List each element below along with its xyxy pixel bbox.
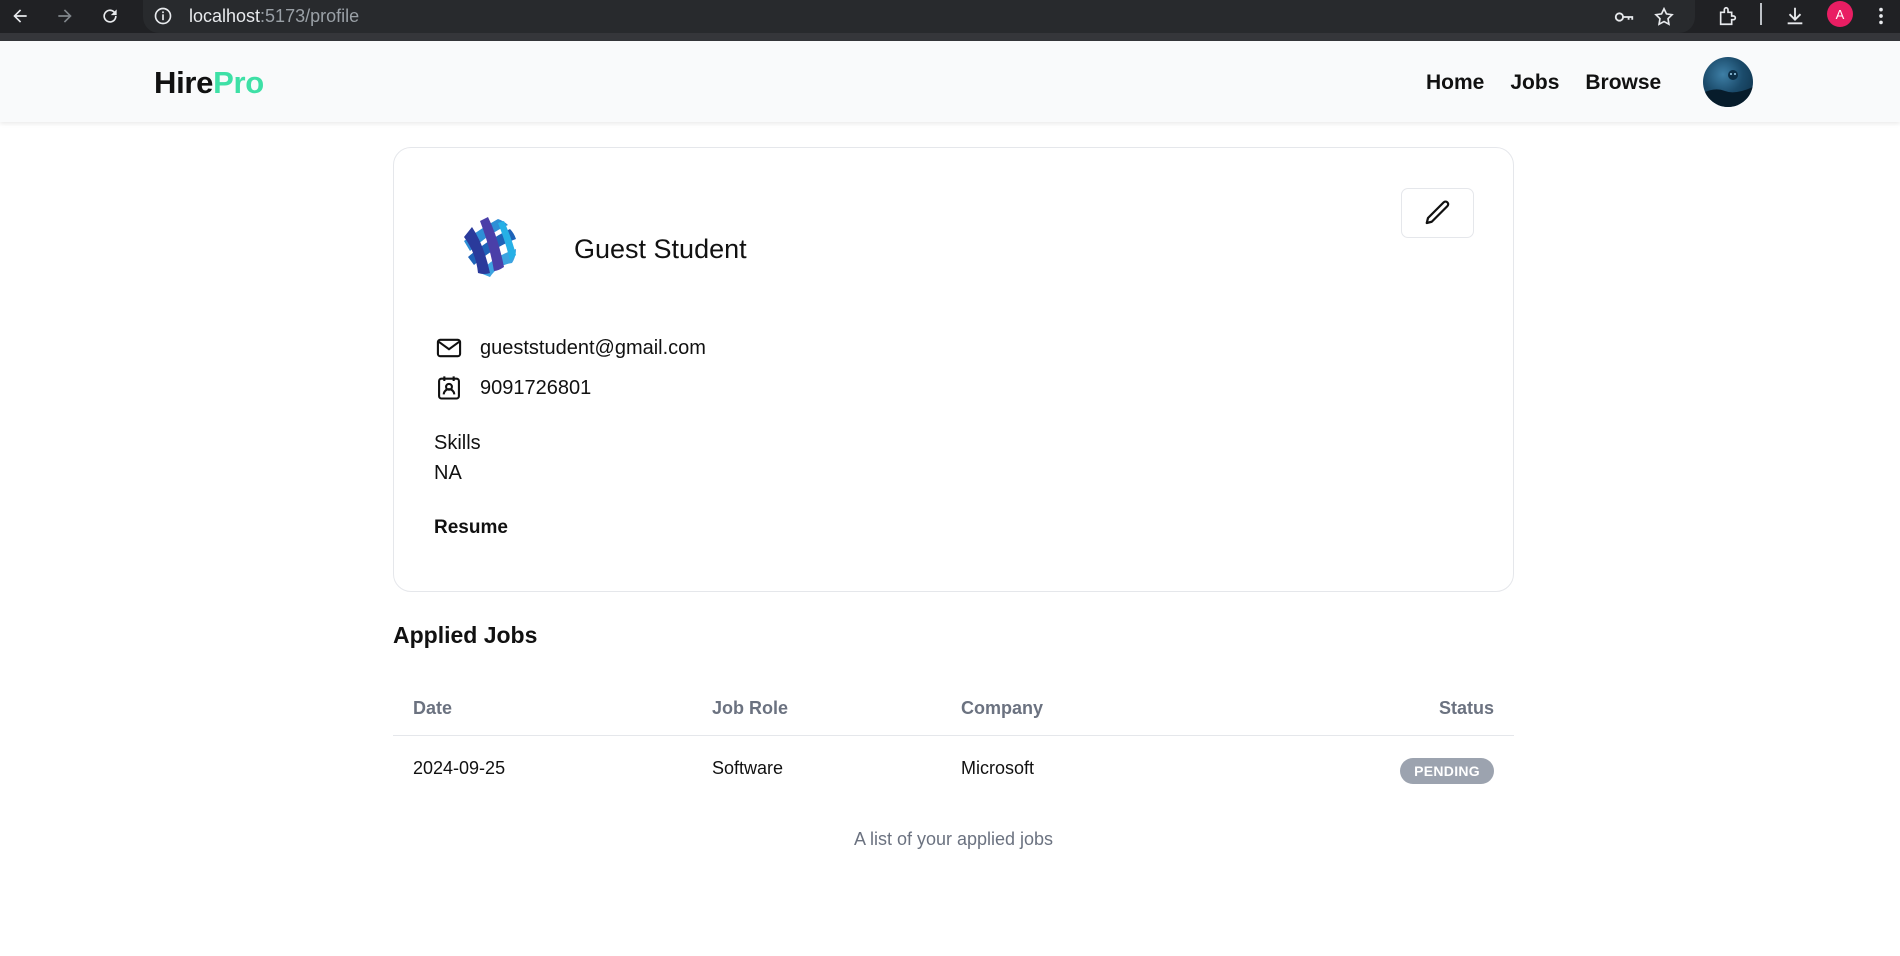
browser-toolbar: localhost:5173/profile A bbox=[0, 0, 1900, 33]
bookmark-star-icon[interactable] bbox=[1653, 6, 1675, 28]
phone-row: 9091726801 bbox=[434, 373, 591, 403]
password-key-icon[interactable] bbox=[1613, 6, 1635, 28]
profile-phone: 9091726801 bbox=[480, 376, 592, 399]
url-text[interactable]: localhost:5173/profile bbox=[189, 6, 359, 27]
skills-label: Skills bbox=[434, 432, 481, 454]
applied-jobs-title: Applied Jobs bbox=[393, 622, 538, 648]
skills-value: NA bbox=[434, 462, 462, 484]
browser-chrome: localhost:5173/profile A bbox=[0, 0, 1900, 41]
column-header-job-role: Job Role bbox=[712, 698, 789, 718]
table-caption: A list of your applied jobs bbox=[853, 829, 1054, 849]
profile-email: gueststudent@gmail.com bbox=[480, 336, 706, 359]
reload-icon[interactable] bbox=[96, 2, 124, 30]
forward-icon[interactable] bbox=[51, 2, 79, 30]
user-avatar[interactable] bbox=[1703, 57, 1753, 107]
back-icon[interactable] bbox=[6, 2, 34, 30]
url-host: localhost bbox=[189, 6, 261, 26]
address-bar[interactable]: localhost:5173/profile bbox=[143, 0, 1695, 33]
table-header: Date Job Role Company Status bbox=[393, 686, 1514, 736]
column-header-date: Date bbox=[413, 698, 453, 718]
email-row: gueststudent@gmail.com bbox=[434, 333, 706, 363]
column-header-status: Status bbox=[1438, 698, 1494, 718]
extensions-icon[interactable] bbox=[1715, 3, 1741, 29]
status-badge: PENDING bbox=[1400, 758, 1494, 784]
contact-card-icon bbox=[434, 373, 464, 403]
pencil-icon bbox=[1425, 200, 1449, 225]
applied-jobs-table: Date Job Role Company Status 2024-09-25 … bbox=[393, 686, 1514, 802]
profile-name: Guest Student bbox=[574, 234, 747, 264]
logo-primary-text: Hire bbox=[154, 65, 214, 100]
nav-jobs-link[interactable]: Jobs bbox=[1510, 71, 1559, 95]
main-nav: Home Jobs Browse bbox=[1426, 71, 1661, 95]
url-path: :5173/profile bbox=[260, 6, 360, 26]
menu-kebab-icon[interactable] bbox=[1868, 3, 1894, 29]
hirepro-logo[interactable]: HirePro bbox=[154, 65, 264, 101]
toolbar-divider bbox=[1760, 3, 1762, 25]
edit-profile-button[interactable] bbox=[1401, 188, 1474, 238]
site-info-icon[interactable] bbox=[153, 6, 173, 26]
profile-card: Guest Student gueststudent@gmail.com 909… bbox=[393, 147, 1514, 592]
table-row[interactable]: 2024-09-25 Software Microsoft PENDING bbox=[393, 736, 1514, 802]
resume-label: Resume bbox=[434, 517, 508, 538]
nav-home-link[interactable]: Home bbox=[1426, 71, 1484, 95]
profile-logo-avatar bbox=[454, 211, 526, 283]
cell-date: 2024-09-25 bbox=[413, 758, 506, 778]
mail-icon bbox=[434, 333, 464, 363]
logo-accent-text: Pro bbox=[213, 65, 264, 100]
column-header-company: Company bbox=[961, 698, 1044, 718]
app-navbar: HirePro Home Jobs Browse bbox=[0, 41, 1900, 122]
download-icon[interactable] bbox=[1782, 3, 1808, 29]
cell-company: Microsoft bbox=[961, 758, 1035, 778]
nav-browse-link[interactable]: Browse bbox=[1585, 71, 1661, 95]
browser-profile-avatar[interactable]: A bbox=[1827, 1, 1853, 27]
cell-job-role: Software bbox=[712, 758, 784, 778]
